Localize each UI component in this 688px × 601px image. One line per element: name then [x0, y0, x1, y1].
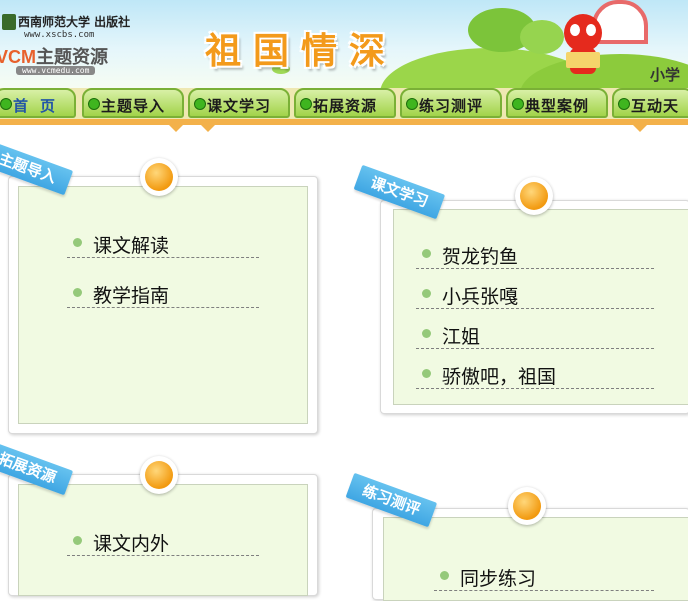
bullet-icon — [422, 369, 431, 378]
list-item[interactable]: 贺龙钓鱼 — [416, 240, 654, 269]
nav-item-practice[interactable]: 练习测评 — [400, 88, 502, 118]
bullet-icon — [422, 249, 431, 258]
mascot-icon — [560, 14, 606, 76]
vcm-url: www.vcmedu.com — [16, 66, 96, 75]
bullet-icon — [73, 536, 82, 545]
nav-item-label: 拓展资源 — [313, 97, 378, 115]
bullet-icon — [73, 238, 82, 247]
list-item-label: 骄傲吧，祖国 — [442, 366, 557, 388]
list-item-label: 贺龙钓鱼 — [442, 246, 519, 268]
publisher-emblem-icon — [2, 14, 16, 30]
nav-notch — [200, 124, 216, 132]
page-title: 祖国情深 — [205, 31, 398, 72]
list-item[interactable]: 江姐 — [416, 320, 654, 349]
list-item-label: 江姐 — [442, 326, 481, 348]
card-topic-intro: 课文解读 教学指南 — [8, 176, 318, 434]
green-dot-icon — [406, 98, 418, 110]
nav-item-cases[interactable]: 典型案例 — [506, 88, 608, 118]
nav-item-home[interactable]: 首页 — [0, 88, 76, 118]
green-dot-icon — [194, 98, 206, 110]
list-item[interactable]: 骄傲吧，祖国 — [416, 360, 654, 389]
card-body: 同步练习 — [383, 517, 688, 601]
pin-icon — [515, 177, 553, 215]
publisher-logo[interactable]: 西南师范大学 出版社 www.xscbs.com VCM主题资源 www.vcm… — [0, 10, 135, 80]
list-item[interactable]: 教学指南 — [67, 279, 259, 308]
list-item-label: 小兵张嘎 — [442, 286, 519, 308]
list-item[interactable]: 课文内外 — [67, 527, 259, 556]
green-dot-icon — [300, 98, 312, 110]
nav-item-label: 主题导入 — [101, 97, 166, 115]
list-item-label: 课文内外 — [93, 533, 170, 555]
list-item[interactable]: 同步练习 — [434, 562, 654, 591]
nav-item-label: 互动天 — [631, 97, 680, 115]
green-dot-icon — [88, 98, 100, 110]
green-dot-icon — [618, 98, 630, 110]
pin-icon — [140, 158, 178, 196]
nav-notch — [632, 124, 648, 132]
grade-label: 小学 — [650, 66, 681, 84]
nav-underline — [0, 119, 688, 125]
nav-item-topic-intro[interactable]: 主题导入 — [82, 88, 184, 118]
publisher-name: 西南师范大学 出版社 — [18, 15, 131, 29]
list-item-label: 课文解读 — [93, 235, 170, 257]
bullet-icon — [422, 289, 431, 298]
list-item[interactable]: 小兵张嘎 — [416, 280, 654, 309]
nav-item-label: 首页 — [13, 97, 68, 115]
nav-item-label: 课文学习 — [207, 97, 272, 115]
bullet-icon — [422, 329, 431, 338]
vcm-brand-part2: 主题资源 — [36, 47, 108, 67]
nav-item-text-study[interactable]: 课文学习 — [188, 88, 290, 118]
card-body: 贺龙钓鱼 小兵张嘎 江姐 骄傲吧，祖国 — [393, 209, 688, 405]
list-item[interactable]: 课文解读 — [67, 229, 259, 258]
pin-icon — [140, 456, 178, 494]
list-item-label: 教学指南 — [93, 285, 170, 307]
bullet-icon — [73, 288, 82, 297]
page-header: 西南师范大学 出版社 www.xscbs.com VCM主题资源 www.vcm… — [0, 0, 688, 90]
nav-item-label: 典型案例 — [525, 97, 590, 115]
list-item-label: 同步练习 — [460, 568, 537, 590]
card-body: 课文解读 教学指南 — [18, 186, 308, 424]
card-text-study: 贺龙钓鱼 小兵张嘎 江姐 骄傲吧，祖国 — [380, 200, 688, 414]
nav-item-extended-resources[interactable]: 拓展资源 — [294, 88, 396, 118]
nav-notch — [168, 124, 184, 132]
green-dot-icon — [512, 98, 524, 110]
tree-icon — [520, 20, 564, 54]
pin-icon — [508, 487, 546, 525]
nav-item-label: 练习测评 — [419, 97, 484, 115]
green-dot-icon — [0, 98, 12, 110]
nav-item-interactive[interactable]: 互动天 — [612, 88, 688, 118]
card-body: 课文内外 — [18, 484, 308, 596]
publisher-url: www.xscbs.com — [24, 30, 95, 40]
vcm-brand-part1: VCM — [0, 47, 36, 67]
